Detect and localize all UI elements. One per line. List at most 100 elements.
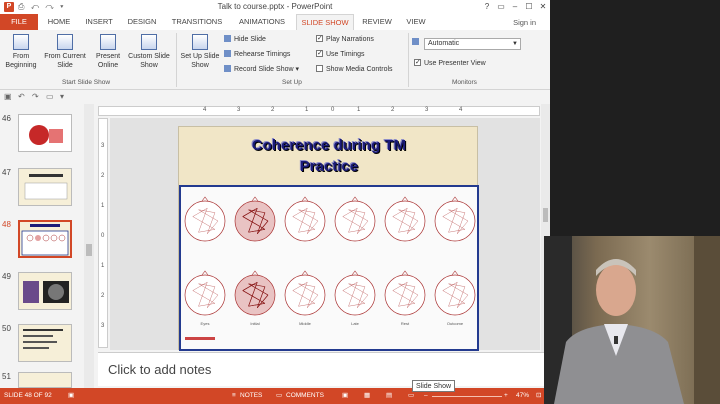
fit-slide-icon[interactable]: ⊡ xyxy=(536,388,541,404)
ruler-tick: 0 xyxy=(331,107,335,113)
slide-title-line-2: Practice xyxy=(299,158,359,175)
thumbnail-graphic xyxy=(23,329,63,349)
ruler-tick: 1 xyxy=(101,203,105,209)
head-map-label: Eyes xyxy=(201,321,210,326)
tab-insert[interactable]: INSERT xyxy=(80,14,118,30)
from-current-label: From Current Slide xyxy=(44,53,86,69)
head-map xyxy=(384,270,426,316)
use-presenter-view-checkbox[interactable]: Use Presenter View xyxy=(414,57,486,69)
thumbnail-scrollbar[interactable] xyxy=(84,104,94,388)
reading-view-icon[interactable]: ▤ xyxy=(386,388,392,404)
maximize-icon[interactable]: ☐ xyxy=(522,0,536,14)
thumbnail-image xyxy=(18,272,72,310)
tab-transitions[interactable]: TRANSITIONS xyxy=(166,14,228,30)
speaker-video-frame xyxy=(544,236,720,404)
hide-slide-icon xyxy=(224,35,231,42)
group-label-start: Start Slide Show xyxy=(62,79,111,86)
zoom-level[interactable]: 47% xyxy=(516,388,529,404)
notes-icon: ≡ xyxy=(232,392,236,399)
normal-view-icon[interactable]: ▣ xyxy=(342,388,348,404)
use-timings-checkbox[interactable]: Use Timings xyxy=(316,48,365,60)
head-map xyxy=(284,196,326,242)
thumbnail-graphic xyxy=(24,174,68,200)
play-narrations-checkbox[interactable]: Play Narrations xyxy=(316,33,374,45)
undo-icon[interactable]: ↶ xyxy=(18,92,25,101)
head-map xyxy=(234,196,276,242)
ruler-tick: 0 xyxy=(101,233,105,239)
current-slide[interactable]: Coherence during TM Practice Eyes Initial… xyxy=(178,126,479,351)
head-map xyxy=(284,270,326,316)
head-map-label: Late xyxy=(351,321,360,326)
setup-icon xyxy=(192,34,208,50)
window-controls: ? ▭ – ☐ ✕ xyxy=(480,0,550,14)
comments-button[interactable]: COMMENTS xyxy=(286,388,324,404)
globe-icon xyxy=(100,34,116,50)
ruler-tick: 2 xyxy=(101,173,105,179)
group-label-monitors: Monitors xyxy=(452,79,477,86)
eeg-coherence-figure[interactable]: Eyes Initial Middle Late Rest Outcome xyxy=(179,185,479,351)
tab-file[interactable]: FILE xyxy=(0,14,38,30)
rehearse-timings-button[interactable]: Rehearse Timings xyxy=(224,49,290,60)
ruler-tick: 4 xyxy=(459,107,463,113)
monitor-icon xyxy=(412,38,419,45)
zoom-slider[interactable] xyxy=(432,396,502,397)
tab-slide-show[interactable]: SLIDE SHOW xyxy=(296,14,354,30)
checkbox-checked-icon xyxy=(414,57,421,68)
zoom-in-icon[interactable]: + xyxy=(504,388,508,404)
monitor-select-value: Automatic xyxy=(428,40,460,47)
show-media-controls-label: Show Media Controls xyxy=(326,66,393,73)
chevron-down-icon: ▼ xyxy=(512,41,518,47)
head-map-label: Initial xyxy=(250,321,259,326)
tab-home[interactable]: HOME xyxy=(42,14,76,30)
ribbon-display-icon[interactable]: ▭ xyxy=(494,0,508,14)
thumbnail-graphic xyxy=(21,224,69,256)
present-online-button[interactable]: Present Online xyxy=(92,34,124,70)
tab-review[interactable]: REVIEW xyxy=(358,14,396,30)
close-icon[interactable]: ✕ xyxy=(536,0,550,14)
notes-button[interactable]: NOTES xyxy=(240,388,262,404)
help-icon[interactable]: ? xyxy=(480,0,494,14)
thumbnail-image-selected xyxy=(18,220,72,258)
customize-icon[interactable]: ▾ xyxy=(60,92,64,101)
thumbnail-image xyxy=(18,168,72,206)
comments-icon: ▭ xyxy=(276,392,283,399)
head-map xyxy=(384,196,426,242)
show-media-controls-checkbox[interactable]: Show Media Controls xyxy=(316,64,393,75)
slide-number: 47 xyxy=(2,168,11,177)
slide-show-current-icon xyxy=(57,34,73,50)
present-icon[interactable]: ▭ xyxy=(46,92,54,101)
record-slide-show-button[interactable]: Record Slide Show ▾ xyxy=(224,64,299,75)
tab-view[interactable]: VIEW xyxy=(400,14,432,30)
save-icon[interactable]: ▣ xyxy=(4,92,12,101)
slide-counter: SLIDE 48 OF 92 xyxy=(4,392,52,399)
from-beginning-button[interactable]: From Beginning xyxy=(2,34,40,70)
head-map xyxy=(184,196,226,242)
monitor-icon-row xyxy=(412,37,422,48)
ruler-tick: 3 xyxy=(425,107,429,113)
scrollbar-thumb[interactable] xyxy=(86,244,92,256)
slide-sorter-icon[interactable]: ▦ xyxy=(364,388,370,404)
scrollbar-thumb[interactable] xyxy=(543,208,548,222)
ruler-tick: 1 xyxy=(101,263,105,269)
minimize-icon[interactable]: – xyxy=(508,0,522,14)
play-narrations-label: Play Narrations xyxy=(326,36,374,43)
set-up-slide-show-button[interactable]: Set Up Slide Show xyxy=(180,34,220,70)
custom-slide-show-button[interactable]: Custom Slide Show xyxy=(126,34,172,70)
ruler-tick: 2 xyxy=(391,107,395,113)
title-bar: P ⎙ ↶ ↷ ▾ Talk to course.pptx - PowerPoi… xyxy=(0,0,550,14)
head-map-label: Middle xyxy=(299,321,312,326)
from-current-slide-button[interactable]: From Current Slide xyxy=(42,34,88,70)
slide-title[interactable]: Coherence during TM Practice xyxy=(179,135,479,177)
group-divider xyxy=(176,33,177,87)
tab-design[interactable]: DESIGN xyxy=(122,14,162,30)
spelling-icon[interactable]: ▣ xyxy=(68,388,74,404)
monitor-select[interactable]: Automatic ▼ xyxy=(424,38,521,50)
color-scale-bar xyxy=(185,337,215,340)
redo-icon[interactable]: ↷ xyxy=(32,92,39,101)
tab-animations[interactable]: ANIMATIONS xyxy=(232,14,292,30)
use-timings-label: Use Timings xyxy=(326,51,365,58)
notes-pane[interactable]: Click to add notes xyxy=(98,352,550,386)
signin-link[interactable]: Sign in xyxy=(513,18,536,27)
hide-slide-button[interactable]: Hide Slide xyxy=(224,34,266,45)
record-slide-show-label: Record Slide Show xyxy=(234,66,294,73)
